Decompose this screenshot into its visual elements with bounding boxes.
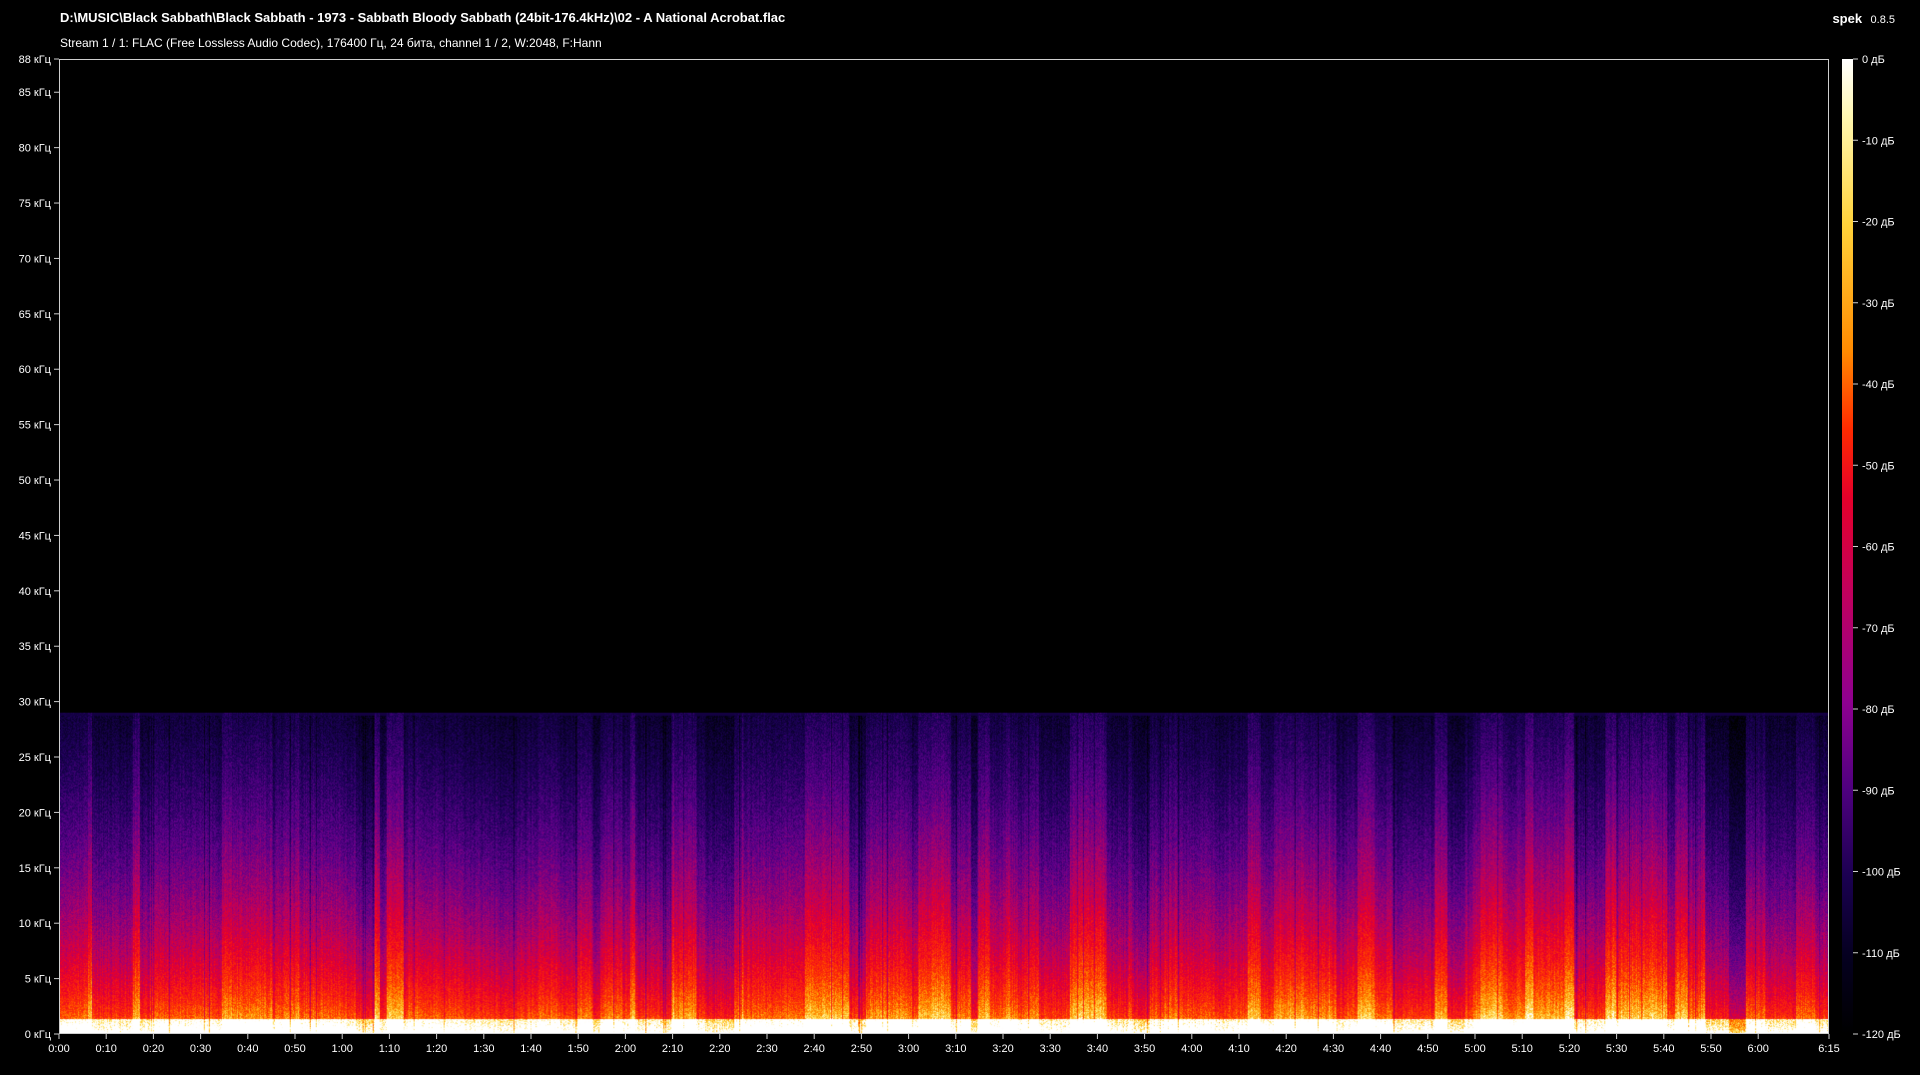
y-tick-label: 30 кГц [19,697,52,709]
x-tick-label: 1:40 [520,1043,541,1055]
y-tick-label: 25 кГц [19,752,52,764]
db-tick-label: -30 дБ [1862,298,1895,310]
db-tick-label: -20 дБ [1862,217,1895,229]
x-tick-label: 4:50 [1417,1043,1438,1055]
y-tick-label: 88 кГц [19,54,52,66]
db-tick-label: -10 дБ [1862,135,1895,147]
x-tick-label: 4:40 [1370,1043,1391,1055]
x-tick-label: 0:50 [284,1043,305,1055]
y-tick-label: 60 кГц [19,364,52,376]
x-tick-label: 0:00 [48,1043,69,1055]
x-tick-label: 3:30 [1039,1043,1060,1055]
x-tick-label: 2:30 [756,1043,777,1055]
x-tick-label: 3:40 [1087,1043,1108,1055]
db-tick-label: -40 дБ [1862,379,1895,391]
y-tick-label: 20 кГц [19,807,52,819]
db-tick-label: -120 дБ [1862,1029,1901,1041]
x-tick-label: 5:20 [1559,1043,1580,1055]
db-tick-label: -90 дБ [1862,785,1895,797]
y-tick-label: 35 кГц [19,641,52,653]
x-tick-label: 6:15 [1818,1043,1839,1055]
y-tick-label: 65 кГц [19,309,52,321]
y-tick-label: 80 кГц [19,143,52,155]
db-tick-label: -100 дБ [1862,867,1901,879]
x-tick-label: 3:50 [1134,1043,1155,1055]
x-tick-label: 4:00 [1181,1043,1202,1055]
y-tick-label: 85 кГц [19,87,52,99]
db-tick-label: -60 дБ [1862,542,1895,554]
x-tick-label: 4:20 [1275,1043,1296,1055]
frequency-axis: 0 кГц 5 кГц 10 кГц 15 кГц 20 кГц 25 кГц 30 кГц… [19,54,59,1041]
db-tick-label: -110 дБ [1862,948,1900,960]
y-tick-label: 5 кГц [25,974,52,986]
x-tick-label: 3:00 [898,1043,919,1055]
x-tick-label: 3:10 [945,1043,966,1055]
x-tick-label: 4:30 [1323,1043,1344,1055]
x-tick-label: 3:20 [992,1043,1013,1055]
y-tick-label: 10 кГц [19,918,52,930]
db-tick-label: -50 дБ [1862,460,1895,472]
y-tick-label: 45 кГц [19,530,52,542]
x-tick-label: 1:10 [379,1043,400,1055]
x-tick-label: 5:40 [1653,1043,1674,1055]
y-tick-label: 40 кГц [19,586,52,598]
y-tick-label: 70 кГц [19,253,52,265]
time-axis: 0:00 0:10 0:20 0:30 0:40 0:50 1:00 1:10 1:20 1:30… [48,1034,1840,1055]
x-tick-label: 1:50 [567,1043,588,1055]
db-tick-label: 0 дБ [1862,54,1885,66]
axes-layer: 0 кГц 5 кГц 10 кГц 15 кГц 20 кГц 25 кГц 30 кГц… [19,54,1901,1055]
x-tick-label: 0:10 [95,1043,116,1055]
y-tick-label: 0 кГц [25,1029,52,1041]
y-tick-label: 55 кГц [19,420,52,432]
y-tick-label: 75 кГц [19,198,52,210]
x-tick-label: 6:00 [1747,1043,1768,1055]
x-tick-label: 4:10 [1228,1043,1249,1055]
x-tick-label: 0:20 [143,1043,164,1055]
x-tick-label: 5:30 [1606,1043,1627,1055]
x-tick-label: 0:30 [190,1043,211,1055]
x-tick-label: 2:40 [803,1043,824,1055]
db-axis: 0 дБ -10 дБ -20 дБ -30 дБ -40 дБ -50 дБ -60 дБ… [1853,54,1901,1041]
x-tick-label: 2:00 [615,1043,636,1055]
x-tick-label: 2:50 [851,1043,872,1055]
y-tick-label: 50 кГц [19,475,52,487]
x-tick-label: 5:00 [1464,1043,1485,1055]
x-tick-label: 5:50 [1700,1043,1721,1055]
x-tick-label: 1:20 [426,1043,447,1055]
x-tick-label: 1:00 [331,1043,352,1055]
x-tick-label: 2:10 [662,1043,683,1055]
x-tick-label: 0:40 [237,1043,258,1055]
db-tick-label: -80 дБ [1862,704,1895,716]
y-tick-label: 15 кГц [19,863,52,875]
x-tick-label: 1:30 [473,1043,494,1055]
x-tick-label: 2:20 [709,1043,730,1055]
db-tick-label: -70 дБ [1862,623,1895,635]
x-tick-label: 5:10 [1511,1043,1532,1055]
